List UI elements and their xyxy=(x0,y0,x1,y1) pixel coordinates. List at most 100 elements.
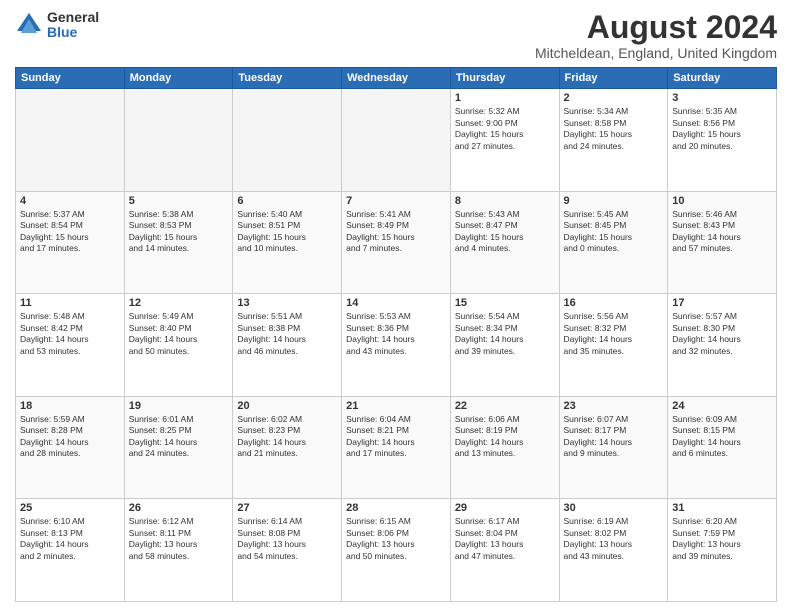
day-number: 10 xyxy=(672,195,772,207)
day-number: 26 xyxy=(129,502,229,514)
table-row: 25Sunrise: 6:10 AM Sunset: 8:13 PM Dayli… xyxy=(16,499,125,602)
table-row: 17 Sunrise: 5:57 AM Sunset: 8:30 PM Dayli… xyxy=(668,294,777,397)
month-title: August 2024 xyxy=(535,10,777,45)
day-info: Sunrise: 5:46 AM Sunset: 8:43 PM Dayligh… xyxy=(672,209,772,255)
day-info: Sunrise: 5:34 AM Sunset: 8:58 PM Dayligh… xyxy=(564,106,664,152)
table-row: 23 Sunrise: 6:07 AM Sunset: 8:17 PM Dayli… xyxy=(559,396,668,499)
header-tuesday: Tuesday xyxy=(233,68,342,89)
calendar-week-row: 4 Sunrise: 5:37 AM Sunset: 8:54 PM Daylig… xyxy=(16,191,777,294)
day-number: 19 xyxy=(129,400,229,412)
day-number: 9 xyxy=(564,195,664,207)
table-row: 30 Sunrise: 6:19 AM Sunset: 8:02 PM Dayli… xyxy=(559,499,668,602)
day-info: Sunrise: 5:45 AM Sunset: 8:45 PM Dayligh… xyxy=(564,209,664,255)
table-row: 7Sunrise: 5:41 AM Sunset: 8:49 PM Daylig… xyxy=(342,191,451,294)
table-row: 20Sunrise: 6:02 AM Sunset: 8:23 PM Dayli… xyxy=(233,396,342,499)
day-number: 23 xyxy=(564,400,664,412)
table-row: 16 Sunrise: 5:56 AM Sunset: 8:32 PM Dayli… xyxy=(559,294,668,397)
logo: General Blue xyxy=(15,10,99,41)
day-number: 18 xyxy=(20,400,120,412)
day-number: 4 xyxy=(20,195,120,207)
day-info: Sunrise: 6:19 AM Sunset: 8:02 PM Dayligh… xyxy=(564,516,664,562)
header-thursday: Thursday xyxy=(450,68,559,89)
day-info: Sunrise: 6:14 AM Sunset: 8:08 PM Dayligh… xyxy=(237,516,337,562)
logo-blue-label: Blue xyxy=(47,25,99,40)
table-row: 28 Sunrise: 6:15 AM Sunset: 8:06 PM Dayli… xyxy=(342,499,451,602)
day-number: 3 xyxy=(672,92,772,104)
day-info: Sunrise: 5:43 AM Sunset: 8:47 PM Dayligh… xyxy=(455,209,555,255)
table-row: 4 Sunrise: 5:37 AM Sunset: 8:54 PM Daylig… xyxy=(16,191,125,294)
day-number: 31 xyxy=(672,502,772,514)
day-number: 15 xyxy=(455,297,555,309)
header-friday: Friday xyxy=(559,68,668,89)
day-number: 17 xyxy=(672,297,772,309)
table-row: 11Sunrise: 5:48 AM Sunset: 8:42 PM Dayli… xyxy=(16,294,125,397)
table-row xyxy=(233,89,342,192)
day-number: 5 xyxy=(129,195,229,207)
day-number: 7 xyxy=(346,195,446,207)
day-info: Sunrise: 5:59 AM Sunset: 8:28 PM Dayligh… xyxy=(20,414,120,460)
calendar-page: General Blue August 2024 Mitcheldean, En… xyxy=(0,0,792,612)
day-info: Sunrise: 5:32 AM Sunset: 9:00 PM Dayligh… xyxy=(455,106,555,152)
location: Mitcheldean, England, United Kingdom xyxy=(535,45,777,61)
table-row: 10 Sunrise: 5:46 AM Sunset: 8:43 PM Dayli… xyxy=(668,191,777,294)
day-info: Sunrise: 6:20 AM Sunset: 7:59 PM Dayligh… xyxy=(672,516,772,562)
day-info: Sunrise: 6:07 AM Sunset: 8:17 PM Dayligh… xyxy=(564,414,664,460)
day-number: 28 xyxy=(346,502,446,514)
table-row: 1 Sunrise: 5:32 AM Sunset: 9:00 PM Daylig… xyxy=(450,89,559,192)
calendar-header-row: Sunday Monday Tuesday Wednesday Thursday… xyxy=(16,68,777,89)
logo-general-label: General xyxy=(47,10,99,25)
calendar-week-row: 1 Sunrise: 5:32 AM Sunset: 9:00 PM Daylig… xyxy=(16,89,777,192)
day-info: Sunrise: 5:54 AM Sunset: 8:34 PM Dayligh… xyxy=(455,311,555,357)
table-row: 27 Sunrise: 6:14 AM Sunset: 8:08 PM Dayli… xyxy=(233,499,342,602)
table-row: 2Sunrise: 5:34 AM Sunset: 8:58 PM Daylig… xyxy=(559,89,668,192)
day-info: Sunrise: 5:37 AM Sunset: 8:54 PM Dayligh… xyxy=(20,209,120,255)
calendar-week-row: 11Sunrise: 5:48 AM Sunset: 8:42 PM Dayli… xyxy=(16,294,777,397)
table-row: 12Sunrise: 5:49 AM Sunset: 8:40 PM Dayli… xyxy=(124,294,233,397)
day-info: Sunrise: 6:06 AM Sunset: 8:19 PM Dayligh… xyxy=(455,414,555,460)
table-row: 9 Sunrise: 5:45 AM Sunset: 8:45 PM Daylig… xyxy=(559,191,668,294)
day-number: 16 xyxy=(564,297,664,309)
logo-text: General Blue xyxy=(47,10,99,41)
day-info: Sunrise: 5:56 AM Sunset: 8:32 PM Dayligh… xyxy=(564,311,664,357)
title-area: August 2024 Mitcheldean, England, United… xyxy=(535,10,777,61)
day-number: 8 xyxy=(455,195,555,207)
calendar-week-row: 18 Sunrise: 5:59 AM Sunset: 8:28 PM Dayli… xyxy=(16,396,777,499)
table-row xyxy=(124,89,233,192)
table-row: 24Sunrise: 6:09 AM Sunset: 8:15 PM Dayli… xyxy=(668,396,777,499)
header-sunday: Sunday xyxy=(16,68,125,89)
table-row: 31 Sunrise: 6:20 AM Sunset: 7:59 PM Dayli… xyxy=(668,499,777,602)
table-row: 15 Sunrise: 5:54 AM Sunset: 8:34 PM Dayli… xyxy=(450,294,559,397)
table-row: 22 Sunrise: 6:06 AM Sunset: 8:19 PM Dayli… xyxy=(450,396,559,499)
table-row: 19 Sunrise: 6:01 AM Sunset: 8:25 PM Dayli… xyxy=(124,396,233,499)
day-info: Sunrise: 6:17 AM Sunset: 8:04 PM Dayligh… xyxy=(455,516,555,562)
day-info: Sunrise: 6:04 AM Sunset: 8:21 PM Dayligh… xyxy=(346,414,446,460)
day-number: 27 xyxy=(237,502,337,514)
table-row: 14Sunrise: 5:53 AM Sunset: 8:36 PM Dayli… xyxy=(342,294,451,397)
table-row: 29Sunrise: 6:17 AM Sunset: 8:04 PM Dayli… xyxy=(450,499,559,602)
day-info: Sunrise: 5:40 AM Sunset: 8:51 PM Dayligh… xyxy=(237,209,337,255)
table-row: 13Sunrise: 5:51 AM Sunset: 8:38 PM Dayli… xyxy=(233,294,342,397)
logo-icon xyxy=(15,11,43,39)
table-row: 5Sunrise: 5:38 AM Sunset: 8:53 PM Daylig… xyxy=(124,191,233,294)
day-number: 13 xyxy=(237,297,337,309)
header: General Blue August 2024 Mitcheldean, En… xyxy=(15,10,777,61)
table-row: 21Sunrise: 6:04 AM Sunset: 8:21 PM Dayli… xyxy=(342,396,451,499)
day-number: 1 xyxy=(455,92,555,104)
day-number: 22 xyxy=(455,400,555,412)
day-info: Sunrise: 6:15 AM Sunset: 8:06 PM Dayligh… xyxy=(346,516,446,562)
day-number: 11 xyxy=(20,297,120,309)
table-row: 8 Sunrise: 5:43 AM Sunset: 8:47 PM Daylig… xyxy=(450,191,559,294)
day-info: Sunrise: 6:01 AM Sunset: 8:25 PM Dayligh… xyxy=(129,414,229,460)
day-number: 30 xyxy=(564,502,664,514)
table-row: 6Sunrise: 5:40 AM Sunset: 8:51 PM Daylig… xyxy=(233,191,342,294)
day-info: Sunrise: 6:12 AM Sunset: 8:11 PM Dayligh… xyxy=(129,516,229,562)
calendar-table: Sunday Monday Tuesday Wednesday Thursday… xyxy=(15,67,777,602)
day-info: Sunrise: 5:57 AM Sunset: 8:30 PM Dayligh… xyxy=(672,311,772,357)
header-wednesday: Wednesday xyxy=(342,68,451,89)
day-info: Sunrise: 6:10 AM Sunset: 8:13 PM Dayligh… xyxy=(20,516,120,562)
header-saturday: Saturday xyxy=(668,68,777,89)
day-info: Sunrise: 6:09 AM Sunset: 8:15 PM Dayligh… xyxy=(672,414,772,460)
table-row xyxy=(16,89,125,192)
day-info: Sunrise: 5:49 AM Sunset: 8:40 PM Dayligh… xyxy=(129,311,229,357)
header-monday: Monday xyxy=(124,68,233,89)
